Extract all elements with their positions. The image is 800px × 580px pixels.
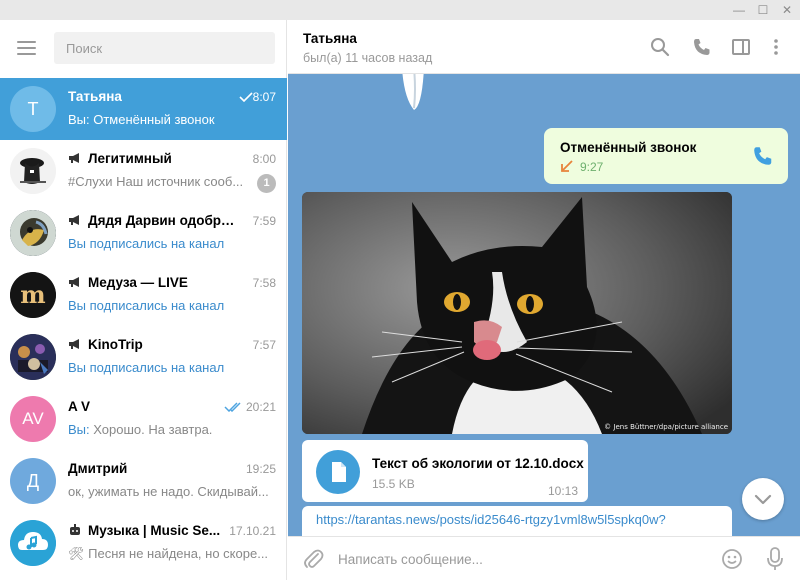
emoji-smile-icon[interactable] (721, 548, 743, 570)
svg-text:m: m (20, 280, 45, 309)
chat-item-meduza[interactable]: m Медуза — LIVE 7:58 Вы подписались на к… (0, 264, 287, 326)
single-check-icon (239, 92, 253, 102)
search-icon[interactable] (650, 37, 670, 57)
chat-last-message: Вы подписались на канал (68, 298, 225, 313)
minimize-button[interactable]: — (728, 0, 750, 20)
peer-status: был(а) 11 часов назад (303, 51, 433, 65)
conversation-header: Татьяна был(а) 11 часов назад (288, 20, 800, 74)
message-composer (288, 536, 800, 580)
sidebar-toggle-icon[interactable] (731, 37, 751, 57)
photo-credit: © Jens Büttner/dpa/picture alliance (604, 423, 728, 431)
close-button[interactable]: ✕ (776, 0, 798, 20)
chat-time: 20:21 (245, 400, 276, 414)
meduza-avatar-icon: m (10, 272, 56, 318)
channel-megaphone-icon (69, 339, 79, 349)
file-message[interactable]: Текст об экологии от 12.10.docx 15.5 KB … (302, 440, 588, 502)
chat-last-message: Вы подписались на канал (68, 236, 225, 251)
unread-badge: 1 (257, 174, 276, 193)
microphone-icon[interactable] (764, 546, 786, 572)
more-options-icon[interactable] (766, 37, 786, 57)
chat-name: KinoTrip (68, 337, 236, 352)
chat-item-music-bot[interactable]: Музыка | Music Se... 17.10.21 🛠 Песня не… (0, 512, 287, 574)
chat-name: Медуза — LIVE (68, 275, 236, 290)
chat-last-message: Вы: Хорошо. На завтра. (68, 422, 213, 437)
chat-time: 17.10.21 (229, 524, 276, 538)
chat-time: 7:58 (252, 276, 276, 290)
message-time: 10:13 (547, 484, 578, 498)
file-size: 15.5 KB (372, 477, 415, 491)
file-name: Текст об экологии от 12.10.docx (372, 456, 584, 471)
avatar: Д (10, 458, 56, 504)
document-file-icon[interactable] (316, 450, 360, 494)
chat-last-message: Вы подписались на канал (68, 360, 225, 375)
chat-item-kinotrip[interactable]: KinoTrip 7:57 Вы подписались на канал (0, 326, 287, 388)
music-cloud-avatar-icon (10, 520, 56, 566)
bot-icon (70, 524, 80, 535)
link-message: https://tarantas.news/posts/id25646-rtgz… (302, 506, 732, 536)
chat-name: Музыка | Music Se... (68, 523, 228, 538)
peer-name[interactable]: Татьяна (303, 31, 357, 46)
conversation-pane: Татьяна был(а) 11 часов назад Отменённый… (288, 20, 800, 580)
call-back-phone-icon[interactable] (752, 145, 774, 167)
call-title: Отменённый звонок (560, 140, 697, 155)
spy-avatar-icon (10, 148, 56, 194)
message-input[interactable] (338, 544, 708, 574)
outgoing-call-message[interactable]: Отменённый звонок 9:27 (544, 128, 788, 184)
chat-name: Дмитрий (68, 461, 128, 476)
chat-list-header (0, 20, 287, 78)
paperclip-icon[interactable] (302, 547, 324, 571)
chat-last-message: ок, ужимать не надо. Скидывай... (68, 484, 269, 499)
photo-message-cat[interactable]: © Jens Büttner/dpa/picture alliance (302, 192, 732, 434)
chevron-down-icon (754, 494, 772, 505)
channel-megaphone-icon (69, 215, 79, 225)
hamburger-menu-icon[interactable] (17, 41, 36, 55)
chat-time: 19:25 (245, 462, 276, 476)
chat-name: Татьяна (68, 89, 122, 104)
chat-last-message: 🛠 Песня не найдена, но скоре... (68, 546, 269, 561)
avatar: Т (10, 86, 56, 132)
sticker-partial-image (402, 74, 424, 110)
channel-megaphone-icon (69, 277, 79, 287)
chat-time: 7:59 (252, 214, 276, 228)
chat-time: 8:07 (252, 90, 276, 104)
chat-name: Легитимный (68, 151, 236, 166)
chat-list-pane: Т Татьяна 8:07 Вы: Отменённый звонок Лег… (0, 20, 287, 580)
cat-photo-image (302, 192, 732, 434)
window-titlebar: — ☐ ✕ (0, 0, 800, 20)
chat-item-legitimny[interactable]: Легитимный 8:00 #Слухи Наш источник сооб… (0, 140, 287, 202)
double-check-icon (224, 402, 241, 412)
darwin-avatar-icon (10, 210, 56, 256)
scroll-to-bottom-button[interactable] (742, 478, 784, 520)
message-history[interactable]: Отменённый звонок 9:27 © Jens Büttner/dp… (288, 74, 800, 536)
avatar: AV (10, 396, 56, 442)
chat-last-message: Вы: Отменённый звонок (68, 112, 215, 127)
channel-megaphone-icon (69, 153, 79, 163)
chat-item-tatiana[interactable]: Т Татьяна 8:07 Вы: Отменённый звонок (0, 78, 287, 140)
chat-time: 7:57 (252, 338, 276, 352)
kinotrip-avatar-icon (10, 334, 56, 380)
message-link[interactable]: https://tarantas.news/posts/id25646-rtgz… (316, 512, 666, 527)
chat-time: 8:00 (252, 152, 276, 166)
chat-name: Дядя Дарвин одобряе... (68, 213, 236, 228)
search-input[interactable] (54, 32, 275, 64)
chat-item-av[interactable]: AV A V 20:21 Вы: Хорошо. На завтра. (0, 388, 287, 450)
chat-last-message: #Слухи Наш источник сооб... (68, 174, 244, 189)
missed-call-arrow-icon (561, 160, 573, 172)
maximize-button[interactable]: ☐ (752, 0, 774, 20)
message-time: 9:27 (580, 160, 604, 174)
chat-name: A V (68, 399, 91, 414)
phone-call-icon[interactable] (692, 37, 712, 57)
chat-item-dmitry[interactable]: Д Дмитрий 19:25 ок, ужимать не надо. Ски… (0, 450, 287, 512)
chat-item-darwin[interactable]: Дядя Дарвин одобряе... 7:59 Вы подписали… (0, 202, 287, 264)
